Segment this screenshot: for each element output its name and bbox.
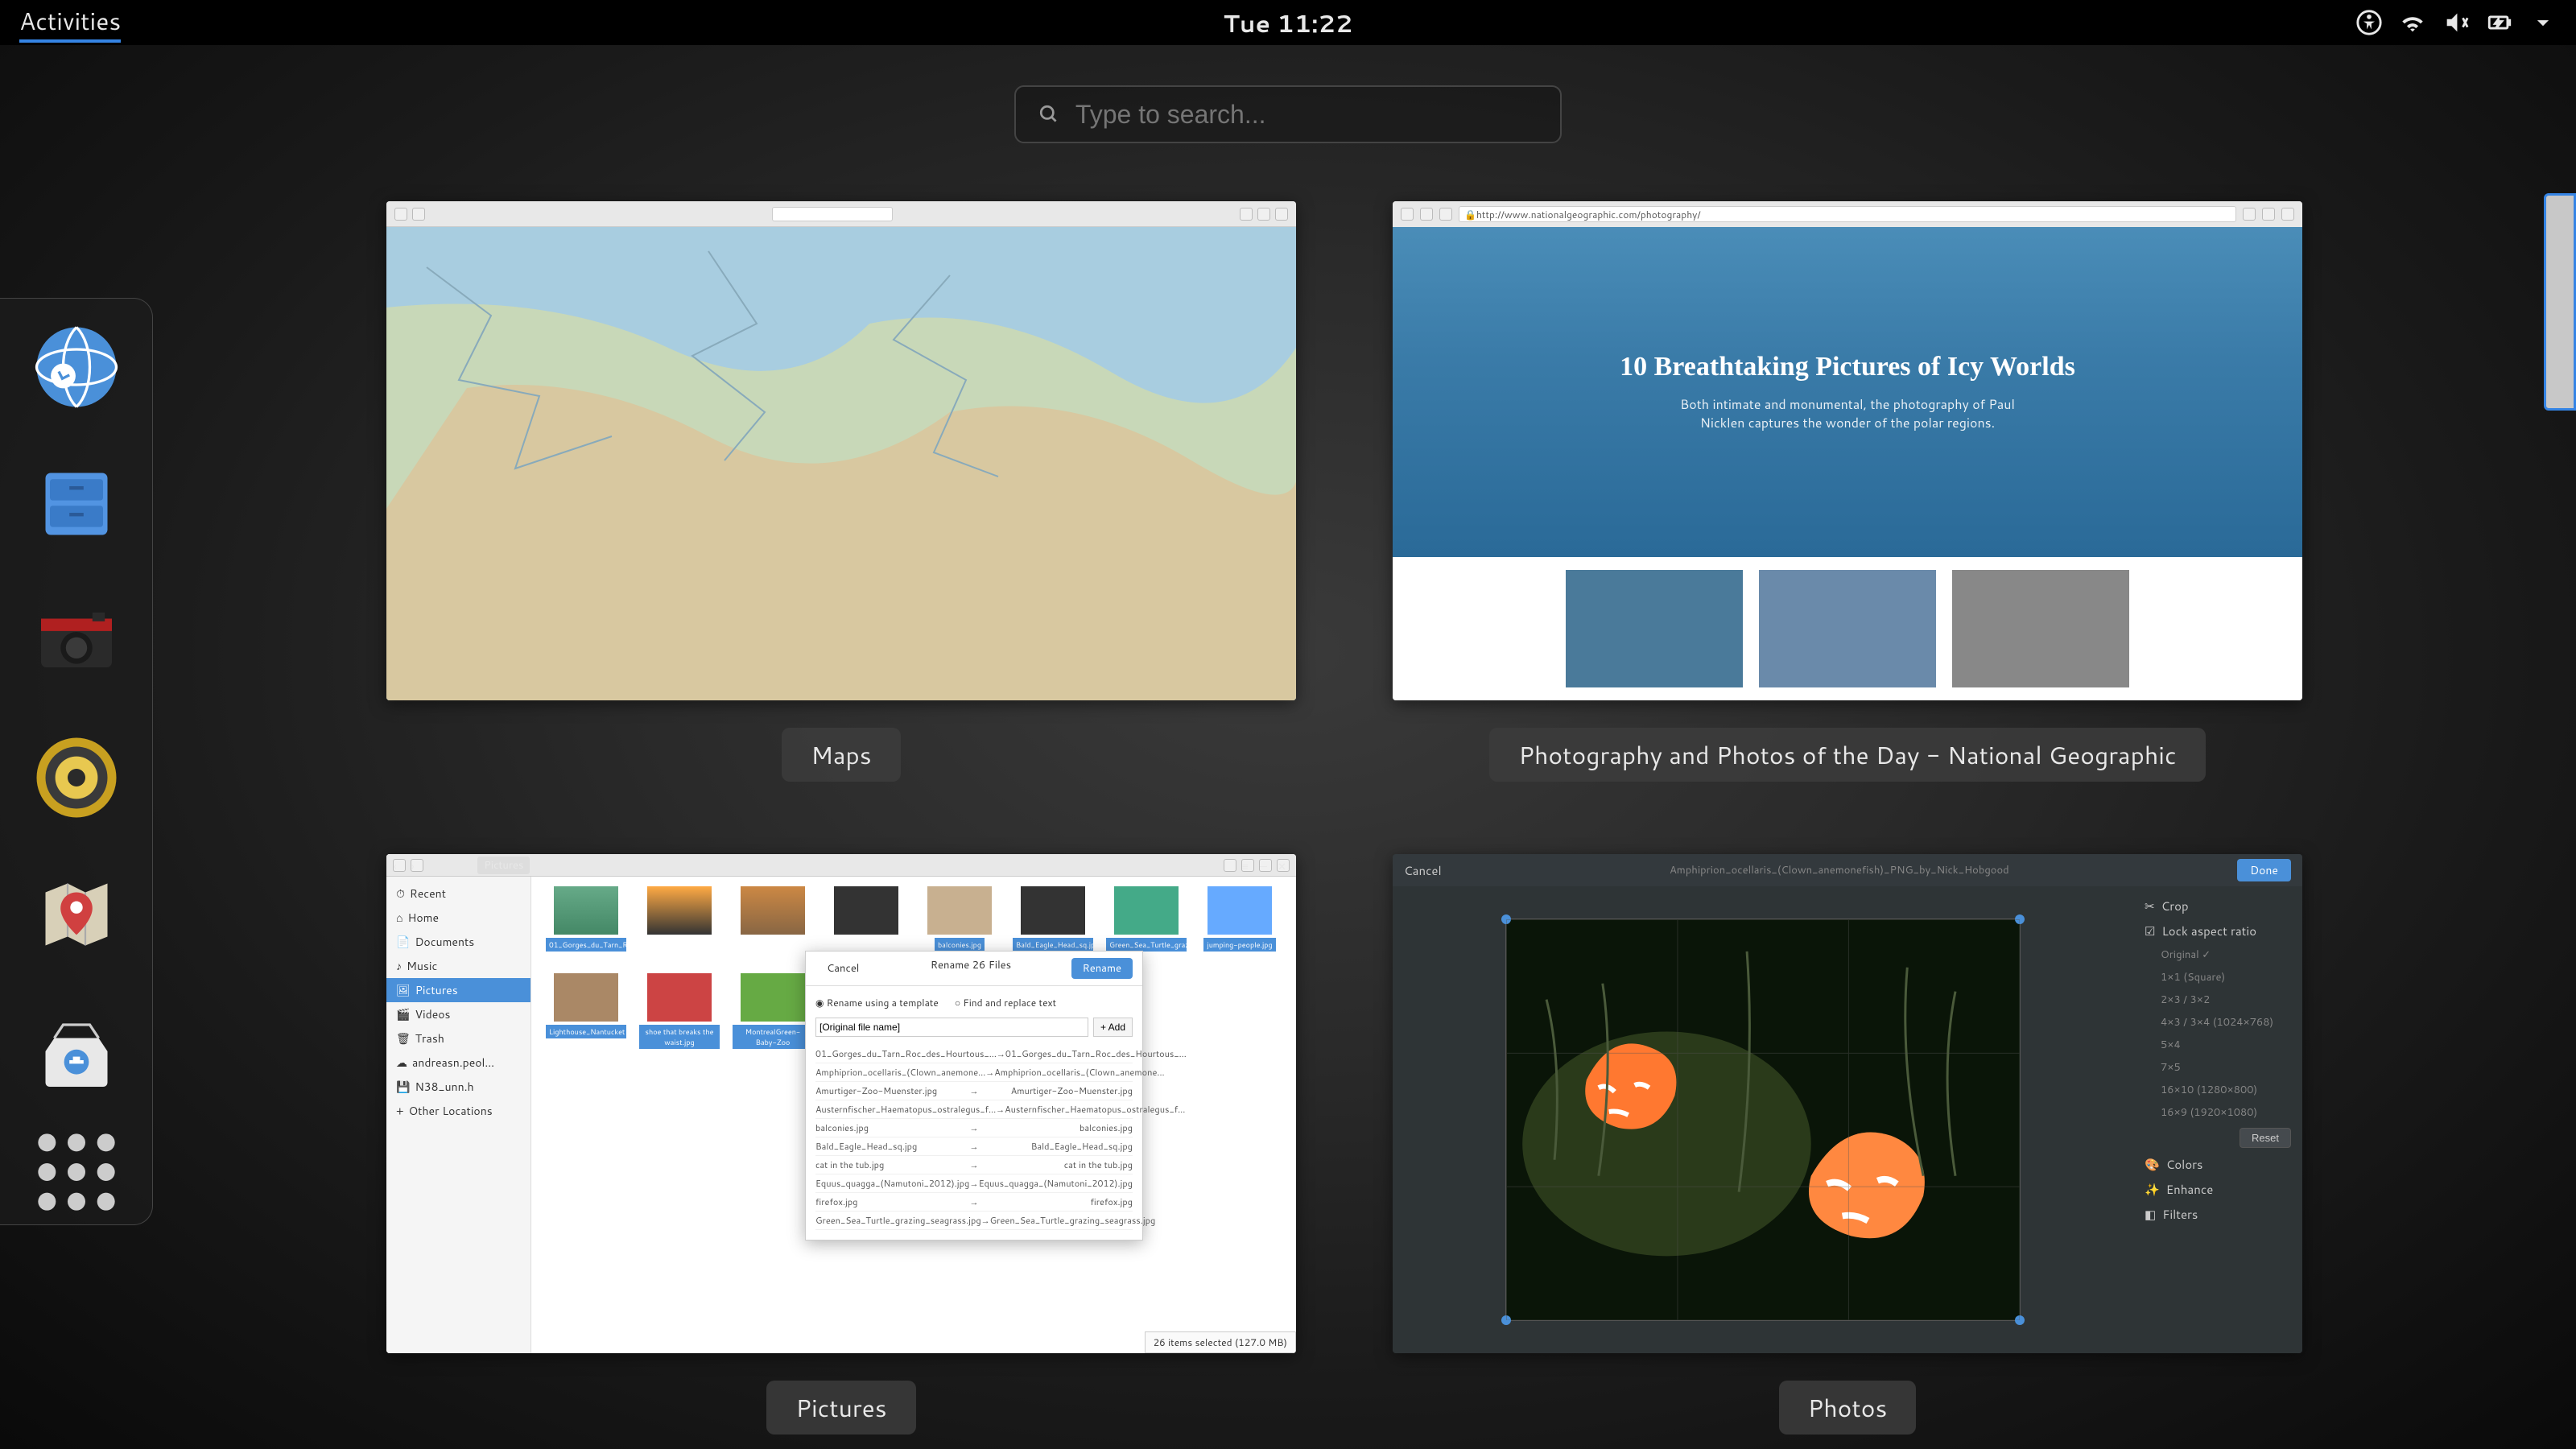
photo-canvas[interactable] bbox=[1505, 919, 2021, 1321]
window-overview: Maps 🔒http://www.nationalgeographic.com/… bbox=[386, 201, 2214, 1435]
dash-software[interactable] bbox=[32, 1007, 121, 1096]
rename-replace-radio[interactable]: ○ Find and replace text bbox=[955, 996, 1056, 1009]
window-label: Maps bbox=[782, 728, 900, 782]
sidebar-item[interactable]: 🗑 Trash bbox=[386, 1026, 530, 1051]
done-button[interactable]: Done bbox=[2237, 859, 2291, 881]
sidebar-item[interactable]: ⏱ Recent bbox=[386, 881, 530, 906]
aspect-option[interactable]: 16×10 (1280×800) bbox=[2145, 1083, 2291, 1097]
rename-dialog: Cancel Rename 26 Files Rename ◉ Rename u… bbox=[805, 951, 1143, 1241]
sidebar-item[interactable]: 🖼 Pictures bbox=[386, 978, 530, 1002]
activities-button[interactable]: Activities bbox=[19, 3, 121, 43]
template-field[interactable] bbox=[815, 1018, 1088, 1037]
aspect-option[interactable]: Original ✓ bbox=[2145, 947, 2291, 962]
chevron-down-icon[interactable] bbox=[2529, 9, 2557, 36]
files-sidebar: ⏱ Recent ⌂ Home 📄 Documents ♪ Music 🖼 Pi… bbox=[386, 854, 531, 1353]
aspect-option[interactable]: 1×1 (Square) bbox=[2145, 970, 2291, 985]
sidebar-item[interactable]: 💾 N38_unn.h bbox=[386, 1075, 530, 1099]
aspect-option[interactable]: 2×3 / 3×2 bbox=[2145, 993, 2291, 1007]
top-bar: Activities Tue 11:22 bbox=[0, 0, 2576, 45]
system-status-area[interactable] bbox=[2355, 9, 2557, 36]
url-bar: 🔒http://www.nationalgeographic.com/photo… bbox=[1459, 206, 2236, 222]
rename-template-radio[interactable]: ◉ Rename using a template bbox=[815, 996, 939, 1009]
cancel-button[interactable]: Cancel bbox=[1404, 862, 1442, 879]
files-statusbar: 26 items selected (127.0 MB) bbox=[1145, 1331, 1296, 1353]
crop-tool[interactable]: ✂ Crop bbox=[2145, 898, 2291, 914]
dash bbox=[0, 298, 153, 1225]
sidebar-item[interactable]: ☁ andreasn.peol... bbox=[386, 1051, 530, 1075]
dash-files[interactable] bbox=[32, 460, 121, 548]
lock-aspect[interactable]: ☑ Lock aspect ratio bbox=[2145, 923, 2291, 939]
window-label: Photography and Photos of the Day - Nati… bbox=[1489, 728, 2205, 782]
edit-panel: ✂ Crop ☑ Lock aspect ratio Original ✓ 1×… bbox=[2133, 886, 2302, 1353]
sidebar-item[interactable]: 🎬 Videos bbox=[386, 1002, 530, 1026]
files-grid: 01_Gorges_du_Tarn_Roc_des_Hourtous.jpg b… bbox=[531, 854, 1296, 1353]
dialog-title: Rename 26 Files bbox=[931, 958, 1011, 979]
colors-tool[interactable]: 🎨 Colors bbox=[2145, 1156, 2291, 1173]
search-icon bbox=[1038, 103, 1059, 126]
aspect-option[interactable]: 7×5 bbox=[2145, 1060, 2291, 1075]
dash-maps[interactable] bbox=[32, 870, 121, 959]
window-label: Pictures bbox=[766, 1381, 915, 1435]
window-photos[interactable]: Cancel Amphiprion_ocellaris_(Clown_anemo… bbox=[1393, 854, 2302, 1435]
sidebar-item[interactable]: 📄 Documents bbox=[386, 930, 530, 954]
window-label: Photos bbox=[1779, 1381, 1917, 1435]
window-maps[interactable]: Maps bbox=[386, 201, 1296, 782]
window-browser[interactable]: 🔒http://www.nationalgeographic.com/photo… bbox=[1393, 201, 2302, 782]
dash-music[interactable] bbox=[32, 733, 121, 822]
volume-icon[interactable] bbox=[2442, 9, 2470, 36]
sidebar-item[interactable]: + Other Locations bbox=[386, 1099, 530, 1123]
clock[interactable]: Tue 11:22 bbox=[1224, 6, 1353, 40]
search-bar[interactable] bbox=[1014, 85, 1562, 143]
hero-subtitle: Both intimate and monumental, the photog… bbox=[1678, 395, 2017, 432]
sidebar-item[interactable]: ♪ Music bbox=[386, 954, 530, 978]
show-apps-button[interactable] bbox=[32, 1144, 121, 1200]
enhance-tool[interactable]: ✨ Enhance bbox=[2145, 1181, 2291, 1198]
add-button[interactable]: + Add bbox=[1093, 1018, 1133, 1037]
rename-button[interactable]: Rename bbox=[1071, 958, 1133, 979]
reset-button[interactable]: Reset bbox=[2240, 1128, 2291, 1148]
dash-camera[interactable] bbox=[32, 597, 121, 685]
cancel-button[interactable]: Cancel bbox=[815, 958, 870, 979]
aspect-option[interactable]: 5×4 bbox=[2145, 1038, 2291, 1052]
aspect-option[interactable]: 4×3 / 3×4 (1024×768) bbox=[2145, 1015, 2291, 1030]
filters-tool[interactable]: ◧ Filters bbox=[2145, 1206, 2291, 1223]
battery-icon[interactable] bbox=[2486, 9, 2513, 36]
photo-title: Amphiprion_ocellaris_(Clown_anemonefish)… bbox=[1670, 863, 2009, 877]
window-files[interactable]: ‹›⌂ HomePictures+≡—✕ ⏱ Recent ⌂ Home 📄 D… bbox=[386, 854, 1296, 1435]
accessibility-icon[interactable] bbox=[2355, 9, 2383, 36]
sidebar-item[interactable]: ⌂ Home bbox=[386, 906, 530, 930]
search-input[interactable] bbox=[1075, 100, 1538, 130]
hero-title: 10 Breathtaking Pictures of Icy Worlds bbox=[1620, 352, 2075, 382]
aspect-option[interactable]: 16×9 (1920×1080) bbox=[2145, 1105, 2291, 1120]
wifi-icon[interactable] bbox=[2399, 9, 2426, 36]
workspace-switcher[interactable] bbox=[2544, 193, 2576, 411]
dash-browser[interactable] bbox=[32, 323, 121, 411]
